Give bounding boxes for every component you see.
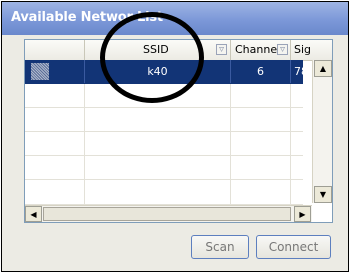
column-header-channel[interactable]: Channe ▽ (231, 40, 291, 60)
scroll-left-button[interactable]: ◀ (25, 206, 42, 222)
scroll-right-button[interactable]: ▶ (294, 206, 311, 222)
highlight-circle (100, 12, 204, 103)
scroll-up-button[interactable]: ▲ (314, 60, 332, 77)
table-row (25, 180, 303, 205)
table-row (25, 132, 303, 156)
cell-icon (25, 60, 85, 83)
cell-ssid (85, 108, 231, 131)
scan-button[interactable]: Scan (191, 235, 249, 259)
cell-channel (231, 132, 291, 155)
column-label-signal: Sig (294, 43, 312, 56)
channel-value: 6 (257, 65, 264, 78)
cell-icon (25, 108, 85, 131)
cell-icon (25, 84, 85, 107)
table-row (25, 156, 303, 180)
column-label-channel: Channe (235, 43, 278, 56)
horizontal-scroll-thumb[interactable] (43, 207, 291, 221)
column-header-signal[interactable]: Sig (291, 40, 312, 60)
table-row (25, 108, 303, 132)
cell-ssid (85, 156, 231, 179)
cell-channel (231, 108, 291, 131)
cell-signal: 78 (291, 60, 312, 83)
cell-icon (25, 156, 85, 179)
cell-channel: 6 (231, 60, 291, 83)
cell-icon (25, 132, 85, 155)
scroll-down-button[interactable]: ▼ (314, 186, 332, 203)
cell-icon (25, 180, 85, 204)
vertical-scrollbar[interactable]: ▲ ▼ (312, 60, 332, 203)
cell-channel (231, 156, 291, 179)
connect-button[interactable]: Connect (256, 235, 331, 259)
sort-filter-icon[interactable]: ▽ (216, 44, 227, 55)
available-network-panel: Available Networ List SSID ▽ Channe ▽ Si… (1, 1, 349, 272)
sort-filter-icon[interactable]: ▽ (277, 44, 288, 55)
cell-channel (231, 180, 291, 204)
locked-network-icon (31, 63, 49, 80)
cell-ssid (85, 180, 231, 204)
cell-ssid (85, 132, 231, 155)
cell-channel (231, 84, 291, 107)
column-header-icon[interactable] (25, 40, 85, 60)
horizontal-scrollbar[interactable]: ◀ ▶ (25, 205, 312, 222)
